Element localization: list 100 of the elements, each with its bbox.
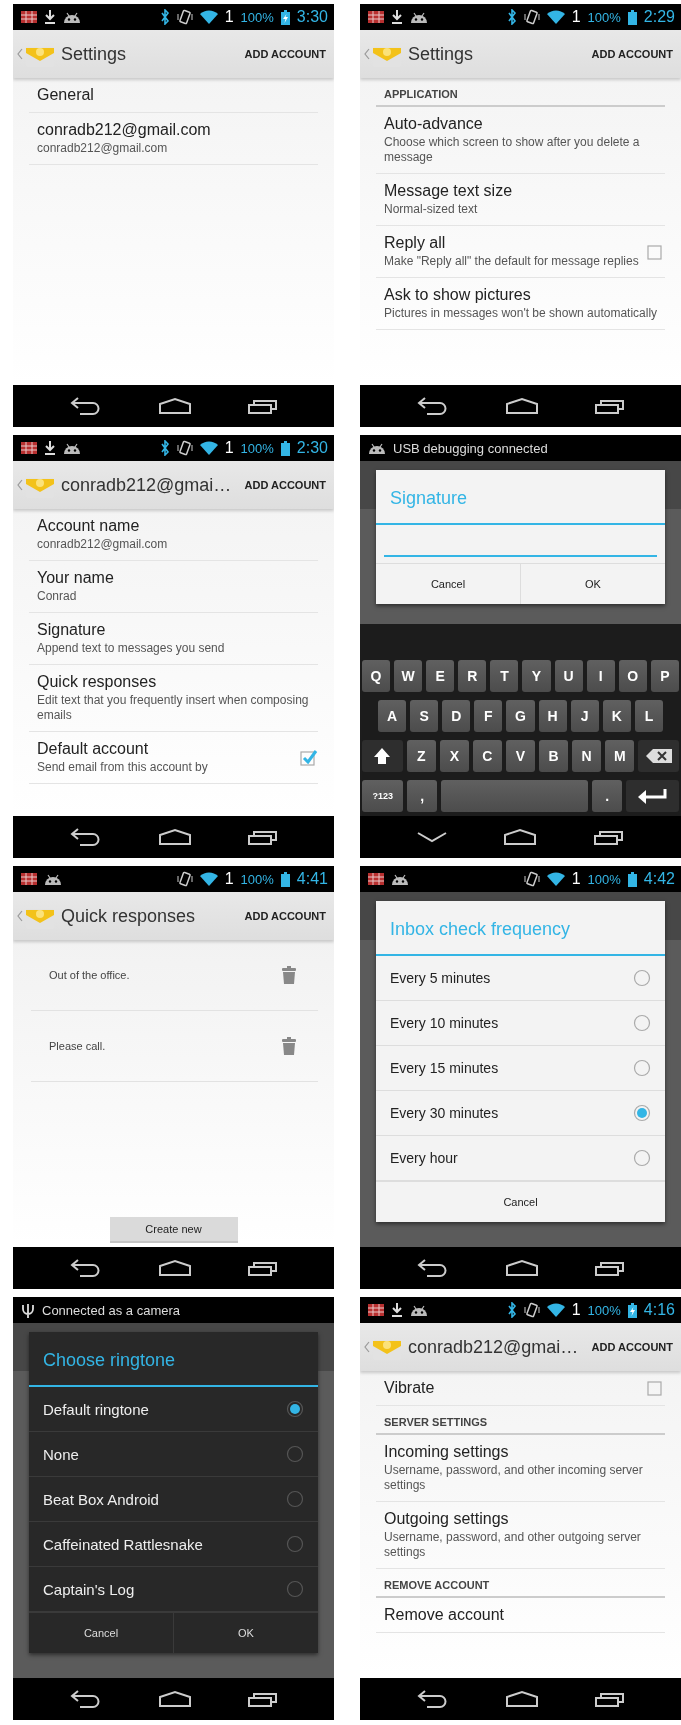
download-icon — [44, 441, 56, 455]
key[interactable]: E — [426, 660, 455, 692]
add-account-button[interactable]: ADD ACCOUNT — [591, 44, 673, 64]
radio-button[interactable] — [633, 1014, 651, 1032]
item-summary: Append text to messages you send — [37, 641, 226, 656]
response-text[interactable]: Out of the office. — [49, 969, 130, 981]
option-row[interactable]: Every 15 minutes — [376, 1046, 665, 1091]
item-title: Outgoing settings — [384, 1510, 510, 1528]
key[interactable]: C — [472, 740, 502, 772]
radio-button[interactable] — [633, 1149, 651, 1167]
option-row[interactable]: None — [29, 1432, 318, 1477]
robot-head-icon — [44, 873, 62, 885]
settings-item[interactable]: Default account Send email from this account by — [29, 732, 318, 784]
key[interactable]: T — [490, 660, 519, 692]
dialog-button[interactable]: OK — [520, 564, 665, 604]
radio-button[interactable] — [633, 969, 651, 987]
radio-button[interactable] — [286, 1490, 304, 1508]
option-row[interactable]: Caffeinated Rattlesnake — [29, 1522, 318, 1567]
key[interactable]: H — [538, 700, 567, 732]
key[interactable]: J — [570, 700, 599, 732]
key[interactable]: S — [410, 700, 439, 732]
key[interactable]: O — [618, 660, 647, 692]
key[interactable]: N — [572, 740, 602, 772]
key[interactable]: D — [442, 700, 471, 732]
key[interactable]: K — [602, 700, 631, 732]
settings-item[interactable]: Auto-advance Choose which screen to show after you delete a message — [376, 107, 665, 174]
option-row[interactable]: Every hour — [376, 1136, 665, 1181]
settings-item[interactable]: Your name Conrad — [29, 561, 318, 613]
settings-item[interactable]: Incoming settings Username, password, and other incoming server settings — [376, 1435, 665, 1502]
robot-head-icon — [410, 11, 428, 23]
item-title: Incoming settings — [384, 1443, 510, 1461]
settings-item[interactable]: Message text size Normal-sized text — [376, 174, 665, 226]
key[interactable]: U — [554, 660, 583, 692]
settings-item[interactable]: Remove account — [376, 1598, 665, 1633]
key[interactable]: . — [592, 780, 622, 812]
key[interactable]: Z — [406, 740, 436, 772]
response-text[interactable]: Please call. — [49, 1040, 106, 1052]
dialog-button[interactable]: Cancel — [29, 1613, 173, 1653]
key[interactable]: P — [650, 660, 679, 692]
key[interactable]: Y — [522, 660, 551, 692]
option-row[interactable]: Captain's Log — [29, 1567, 318, 1612]
radio-button[interactable] — [633, 1104, 651, 1122]
key[interactable]: V — [505, 740, 536, 772]
key[interactable]: F — [474, 700, 503, 732]
settings-item[interactable]: Reply all Make "Reply all" the default for message replies — [376, 226, 665, 278]
option-row[interactable]: Every 30 minutes — [376, 1091, 665, 1136]
create-new-button[interactable]: Create new — [109, 1217, 238, 1243]
radio-button[interactable] — [286, 1445, 304, 1463]
key[interactable]: B — [539, 740, 569, 772]
radio-button[interactable] — [633, 1059, 651, 1077]
shift-key[interactable] — [362, 740, 403, 772]
add-account-button[interactable]: ADD ACCOUNT — [591, 1337, 673, 1357]
signal-label: 1 — [571, 1301, 581, 1319]
key[interactable]: Q — [362, 660, 391, 692]
option-row[interactable]: Every 5 minutes — [376, 956, 665, 1001]
trident-icon — [21, 1302, 35, 1318]
radio-button[interactable] — [286, 1580, 304, 1598]
backspace-icon — [644, 748, 673, 764]
dialog-button[interactable]: Cancel — [376, 1182, 665, 1222]
key[interactable]: X — [439, 740, 469, 772]
battery-percent: 100% — [240, 871, 274, 887]
key[interactable]: R — [458, 660, 487, 692]
dialog-button[interactable]: Cancel — [376, 564, 520, 604]
settings-item[interactable]: conradb212@gmail.com conradb212@gmail.com — [29, 113, 318, 165]
settings-item[interactable]: Account name conradb212@gmail.com — [29, 509, 318, 561]
settings-item[interactable]: Outgoing settings Username, password, and other outgoing server settings — [376, 1502, 665, 1569]
home-icon — [503, 828, 538, 846]
item-summary: Edit text that you frequently insert when composing emails — [37, 693, 310, 723]
radio-button[interactable] — [286, 1400, 304, 1418]
key[interactable]: G — [506, 700, 535, 732]
phone-vibrate-icon — [523, 1302, 540, 1318]
key[interactable]: A — [378, 700, 407, 732]
settings-item[interactable]: Ask to show pictures Pictures in messages won't be shown automatically — [376, 278, 665, 330]
settings-item[interactable]: Quick responses Edit text that you frequently insert when composing emails — [29, 665, 318, 732]
option-row[interactable]: Every 10 minutes — [376, 1001, 665, 1046]
settings-item[interactable]: Signature Append text to messages you send — [29, 613, 318, 665]
add-account-button[interactable]: ADD ACCOUNT — [244, 906, 326, 926]
checkbox[interactable] — [647, 1379, 665, 1397]
checkbox[interactable] — [300, 748, 318, 767]
option-row[interactable]: Beat Box Android — [29, 1477, 318, 1522]
option-row[interactable]: Default ringtone — [29, 1387, 318, 1432]
key[interactable]: W — [394, 660, 423, 692]
symbols-key[interactable]: ?123 — [362, 780, 404, 812]
enter-key[interactable] — [625, 780, 679, 812]
radio-button[interactable] — [286, 1535, 304, 1553]
chevron-down-icon — [415, 830, 448, 844]
add-account-button[interactable]: ADD ACCOUNT — [244, 475, 326, 495]
add-account-button[interactable]: ADD ACCOUNT — [244, 44, 326, 64]
key[interactable]: M — [605, 740, 635, 772]
key[interactable]: , — [407, 780, 437, 812]
dialog-button[interactable]: OK — [173, 1613, 318, 1653]
key[interactable]: I — [586, 660, 615, 692]
option-label: None — [43, 1445, 79, 1463]
phone-vibrate-icon — [176, 9, 193, 25]
settings-item[interactable]: General — [29, 78, 318, 113]
delete-key[interactable] — [638, 740, 679, 772]
option-label: Every 10 minutes — [390, 1015, 499, 1031]
settings-item[interactable]: Vibrate — [376, 1371, 665, 1406]
key[interactable]: L — [634, 700, 663, 732]
checkbox[interactable] — [647, 242, 665, 261]
